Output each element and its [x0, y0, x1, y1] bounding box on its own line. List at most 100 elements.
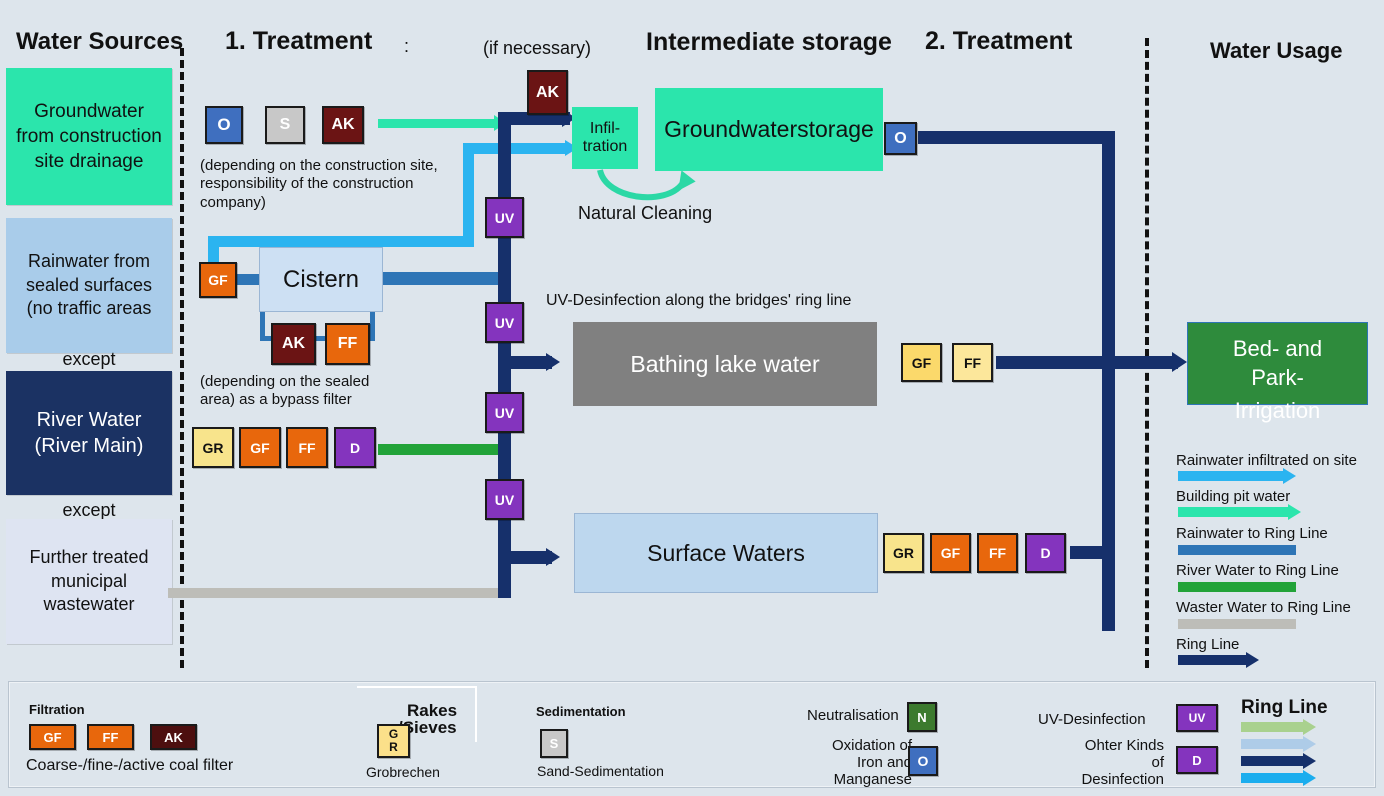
note-construction-site: (depending on the construction site, res…: [200, 157, 438, 211]
surface-waters-box[interactable]: Surface Waters: [574, 513, 878, 593]
flow-legend-item: Waster Water to Ring Line: [1176, 599, 1381, 636]
legend-chip-fine-filter[interactable]: FF: [87, 724, 134, 750]
chip-label: D: [1040, 545, 1051, 561]
flow-legend-label: River Water to Ring Line: [1176, 562, 1339, 579]
chip-river-coarse-filter[interactable]: GF: [239, 427, 281, 468]
flow-legend-arrow-ringline: [1178, 652, 1259, 668]
source-box-groundwater[interactable]: Groundwater from construction site drain…: [6, 68, 172, 205]
chip-groundwater-activated-coal[interactable]: AK: [322, 106, 364, 144]
legend-sedimentation-caption: Sand-Sedimentation: [537, 763, 664, 779]
bathing-lake-box[interactable]: Bathing lake water: [573, 322, 877, 406]
chip-label: UV: [1188, 711, 1206, 725]
irrigation-label-line1: Bed- and: [1232, 336, 1323, 362]
legend-chip-oxidation[interactable]: O: [908, 746, 938, 776]
chip-label: GR: [202, 439, 224, 456]
chip-uv-4[interactable]: UV: [485, 479, 524, 520]
legend-chip-active-coal-filter[interactable]: AK: [150, 724, 197, 750]
chip-label: GF: [43, 729, 62, 745]
legend-chip-neutralisation[interactable]: N: [907, 702, 937, 732]
chip-groundwater-oxidation[interactable]: O: [205, 106, 243, 144]
label-if-necessary: (if necessary): [483, 38, 592, 58]
chip-lake-fine-filter[interactable]: FF: [952, 343, 993, 382]
legend-rakes-caption: Grobrechen: [366, 764, 440, 780]
legend-chip-rake[interactable]: G R: [377, 724, 410, 758]
legend-oxidation-label-line3: Manganese: [833, 771, 912, 788]
chip-surface-fine-filter[interactable]: FF: [977, 533, 1018, 573]
chip-infiltration-activated-coal[interactable]: AK: [527, 70, 568, 115]
chip-river-rake[interactable]: GR: [192, 427, 234, 468]
cyan-flow-horizontal-b: [463, 143, 567, 154]
ringline-surface-out-horizontal: [1070, 546, 1114, 559]
infiltration-label-line1: Infil-: [589, 119, 621, 137]
legend-chip-coarse-filter[interactable]: GF: [29, 724, 76, 750]
legend-oxidation-label-line1: Oxidation of: [831, 737, 912, 754]
legend-other-disinfection-line1: Ohter Kinds: [1084, 737, 1164, 754]
source-box-river-water[interactable]: River Water (River Main): [6, 371, 172, 495]
legend-chip-sand-sedimentation[interactable]: S: [540, 729, 568, 758]
flow-legend-item: Building pit water: [1176, 488, 1381, 525]
flow-legend-label: Rainwater to Ring Line: [1176, 525, 1328, 542]
chip-label: GF: [208, 272, 228, 288]
legend-ringline-arrow-3: [1241, 753, 1316, 769]
chip-surface-disinfection[interactable]: D: [1025, 533, 1066, 573]
chip-uv-2[interactable]: UV: [485, 302, 524, 343]
legend-chip-other-disinfection[interactable]: D: [1176, 746, 1218, 774]
flow-legend-item: Rainwater infiltrated on site: [1176, 452, 1381, 488]
chip-label: N: [917, 709, 927, 725]
chip-cistern-coarse-filter[interactable]: GF: [199, 262, 237, 298]
chip-uv-3[interactable]: UV: [485, 392, 524, 433]
chip-label: UV: [494, 314, 515, 331]
chip-label: UV: [494, 491, 515, 508]
legend-uv-disinfection-label: UV-Desinfection: [1038, 711, 1146, 728]
divider-treatment2-usage: [1145, 38, 1149, 668]
chip-river-disinfection[interactable]: D: [334, 427, 376, 468]
chip-label: O: [217, 115, 231, 134]
chip-label: GF: [940, 545, 961, 561]
flow-legend: Rainwater infiltrated on site Building p…: [1176, 452, 1381, 670]
cistern-box[interactable]: Cistern: [259, 247, 383, 312]
infiltration-box[interactable]: Infil- tration: [572, 107, 638, 169]
chip-storage-oxidation[interactable]: O: [884, 122, 917, 155]
chip-label: GF: [911, 354, 932, 371]
chip-label-line2: R: [389, 740, 398, 754]
legend-oxidation-label-line2: Iron and: [856, 754, 912, 771]
chip-label: O: [894, 129, 907, 147]
infiltration-label-line2: tration: [582, 138, 628, 155]
source-box-rainwater[interactable]: Rainwater from sealed surfaces (no traff…: [6, 218, 172, 353]
chip-label: FF: [298, 439, 316, 456]
chip-label: FF: [337, 335, 358, 352]
chip-label: S: [549, 736, 559, 751]
grey-flow-line: [168, 588, 504, 598]
chip-label: FF: [988, 545, 1007, 561]
ringline-branch-bathing-lake: [504, 356, 552, 369]
legend-neutralisation-label: Neutralisation: [807, 707, 899, 724]
legend-ringline-arrow-1: [1241, 719, 1316, 735]
flow-legend-item: Ring Line: [1176, 636, 1381, 670]
source-label: Rainwater from sealed surfaces (no traff…: [25, 250, 153, 319]
legend-chip-uv-disinfection[interactable]: UV: [1176, 704, 1218, 732]
ringline-surface-waters-arrowhead: [546, 548, 560, 566]
ringline-to-irrigation: [1102, 356, 1178, 369]
flow-legend-label: Building pit water: [1176, 488, 1291, 505]
source-overflow-rainwater: except: [62, 349, 116, 369]
chip-lake-coarse-filter[interactable]: GF: [901, 343, 942, 382]
source-label: Groundwater from construction site drain…: [16, 100, 162, 173]
label-natural-cleaning: Natural Cleaning: [578, 203, 713, 223]
chip-label: GF: [250, 439, 270, 456]
surface-waters-label: Surface Waters: [647, 539, 805, 566]
header-treatment-1: 1. Treatment: [225, 27, 373, 55]
bathing-lake-label: Bathing lake water: [630, 350, 820, 377]
groundwater-storage-box[interactable]: Groundwaterstorage: [655, 88, 883, 171]
chip-surface-coarse-filter[interactable]: GF: [930, 533, 971, 573]
chip-groundwater-sedimentation[interactable]: S: [265, 106, 305, 144]
flow-legend-label: Ring Line: [1176, 636, 1240, 653]
chip-cistern-activated-coal[interactable]: AK: [271, 323, 316, 365]
chip-label: D: [1192, 752, 1202, 768]
cyan-flow-horizontal-a: [208, 236, 474, 247]
source-box-wastewater[interactable]: Further treated municipal wastewater: [6, 519, 172, 644]
chip-river-fine-filter[interactable]: FF: [286, 427, 328, 468]
irrigation-box[interactable]: Bed- and Park-: [1187, 322, 1368, 405]
chip-uv-1[interactable]: UV: [485, 197, 524, 238]
chip-surface-rake[interactable]: GR: [883, 533, 924, 573]
chip-cistern-fine-filter[interactable]: FF: [325, 323, 370, 365]
